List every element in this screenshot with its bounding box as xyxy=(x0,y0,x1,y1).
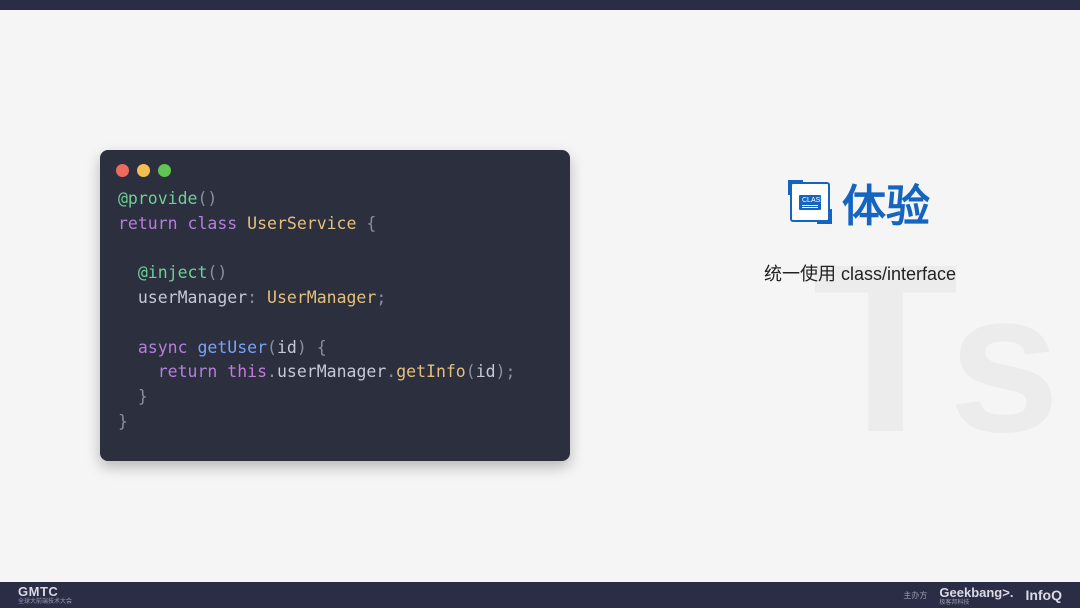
top-bar xyxy=(0,0,1080,10)
code-token: getUser xyxy=(197,338,267,357)
slide-heading: 体验 xyxy=(842,170,930,234)
slide-content: Ts CLASS 体验 统一使用 class/interface @provid… xyxy=(0,10,1080,582)
code-token: userManager xyxy=(138,288,247,307)
code-token: getInfo xyxy=(396,362,466,381)
code-token: class xyxy=(188,214,238,233)
code-token: @inject xyxy=(138,263,208,282)
footer-logo-sub: 全球大前端技术大会 xyxy=(18,599,72,605)
code-token: return xyxy=(158,362,218,381)
footer-brand-infoq: InfoQ xyxy=(1025,587,1062,603)
slide-subtitle: 统一使用 class/interface xyxy=(730,260,990,286)
code-token: id xyxy=(277,338,297,357)
heading-row: CLASS 体验 xyxy=(730,170,990,234)
code-token: userManager xyxy=(277,362,386,381)
footer: GMTC 全球大前端技术大会 主办方 Geekbang>. 极客邦科技 Info… xyxy=(0,582,1080,608)
code-token: async xyxy=(138,338,188,357)
footer-host-label: 主办方 xyxy=(903,590,927,601)
footer-right: 主办方 Geekbang>. 极客邦科技 InfoQ xyxy=(903,585,1062,606)
footer-left: GMTC 全球大前端技术大会 xyxy=(18,585,72,605)
window-controls xyxy=(100,150,570,187)
footer-logo: GMTC xyxy=(18,585,72,598)
code-token: UserService xyxy=(247,214,356,233)
maximize-icon xyxy=(158,164,171,177)
class-icon: CLASS xyxy=(790,182,830,222)
class-icon-label: CLASS xyxy=(799,195,821,210)
code-token: this xyxy=(227,362,267,381)
code-token: UserManager xyxy=(267,288,376,307)
code-body: @provide() return class UserService { @i… xyxy=(100,187,570,453)
right-panel: CLASS 体验 统一使用 class/interface xyxy=(730,170,990,286)
minimize-icon xyxy=(137,164,150,177)
code-window: @provide() return class UserService { @i… xyxy=(100,150,570,461)
footer-brand-geekbang: Geekbang>. 极客邦科技 xyxy=(939,585,1013,606)
code-token: @provide xyxy=(118,189,197,208)
code-token: return xyxy=(118,214,178,233)
close-icon xyxy=(116,164,129,177)
code-token: id xyxy=(476,362,496,381)
